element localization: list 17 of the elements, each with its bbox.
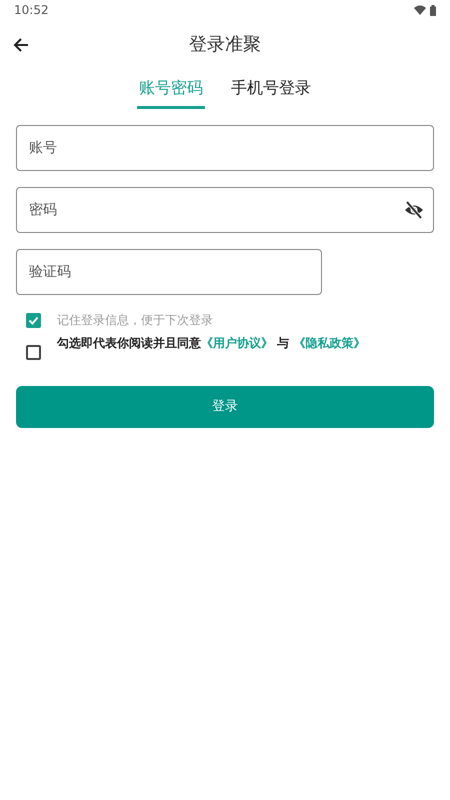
tab[interactable]: 账号密码 [137,72,205,109]
checkbox[interactable] [26,345,41,360]
page-title: 登录准聚 [189,32,261,56]
privacy-link[interactable]: 《隐私政策》 [293,336,366,350]
wifi-icon [414,5,426,15]
tab[interactable]: 手机号登录 [229,72,313,109]
battery-icon [430,4,436,16]
checkbox[interactable] [26,312,41,328]
status-time: 10:52 [14,2,49,19]
input-field[interactable]: 密码 [16,187,434,233]
remember-label: 记住登录信息，便于下次登录 [57,312,213,329]
eye-off-icon[interactable] [404,200,424,220]
agreement-text: 勾选即代表你阅读并且同意《用户协议》 与 《隐私政策》 [57,334,366,352]
agreement-link[interactable]: 《用户协议》 [201,336,273,350]
input-field[interactable]: 验证码 [16,249,322,295]
login-button[interactable]: 登录 [16,386,434,428]
input-field[interactable]: 账号 [16,125,434,171]
